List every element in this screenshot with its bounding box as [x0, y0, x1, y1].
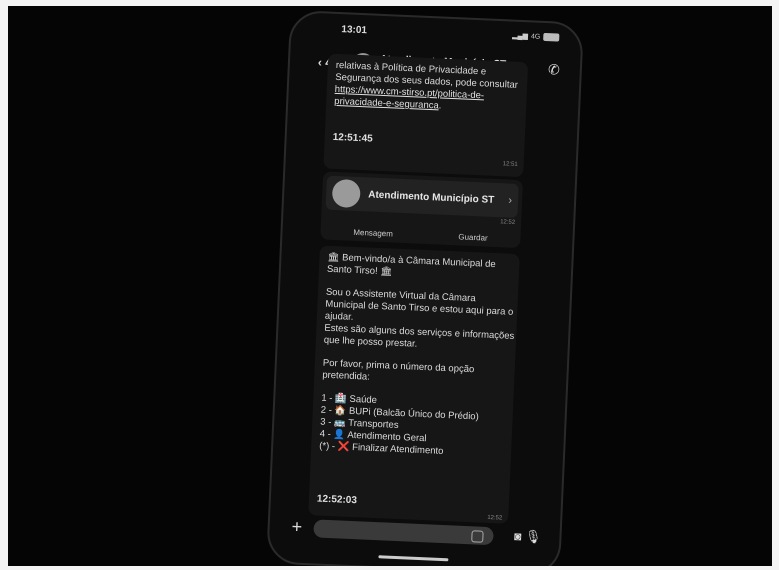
system-indicators: ▂▄▆ 4G [512, 32, 560, 42]
chevron-right-icon: › [508, 194, 513, 207]
contact-card[interactable]: Atendimento Município ST › [325, 175, 519, 218]
intro-paragraph: Sou o Assistente Virtual da Câmara Munic… [323, 286, 515, 350]
plus-icon[interactable]: + [291, 516, 302, 537]
add-call-icon[interactable]: ✆ [548, 61, 560, 78]
welcome-line: 🏛 Bem-vindo/a à Câmara Municipal de Sant… [326, 251, 496, 278]
contact-card-bubble[interactable]: Atendimento Município ST › 12:52 Mensage… [320, 171, 524, 249]
message-action-button[interactable]: Mensagem [353, 228, 393, 239]
link-suffix: . [438, 100, 442, 112]
save-action-button[interactable]: Guardar [458, 232, 488, 242]
camera-icon[interactable]: ◙ [514, 529, 522, 543]
microphone-icon[interactable]: 🎙 [525, 529, 542, 546]
card-avatar [331, 178, 361, 209]
sticker-icon[interactable] [471, 530, 484, 543]
photo-background: 13:01 ▂▄▆ 4G ‹ 4 Atendimento Município S… [8, 6, 772, 566]
home-indicator[interactable] [378, 555, 449, 562]
message-bubble-welcome[interactable]: 🏛 Bem-vindo/a à Câmara Municipal de Sant… [308, 245, 520, 524]
phone-screen: 13:01 ▂▄▆ 4G ‹ 4 Atendimento Município S… [266, 9, 584, 566]
message-input[interactable] [313, 519, 494, 546]
welcome-bold-time: 12:52:03 [316, 493, 358, 507]
card-timestamp: 12:52 [500, 219, 516, 226]
options-list: 1 - 🏥 Saúde 2 - 🏠 BUPi (Balcão Único do … [319, 393, 513, 461]
network-label: 4G [530, 32, 541, 41]
message-timestamp: 12:51 [502, 161, 518, 168]
card-contact-name: Atendimento Município ST [368, 188, 495, 206]
signal-icon: ▂▄▆ [512, 32, 529, 41]
prompt-line: Por favor, prima o número da opção prete… [322, 357, 475, 383]
message-bold-time: 12:51:45 [332, 131, 373, 145]
welcome-message-text: 🏛 Bem-vindo/a à Câmara Municipal de Sant… [318, 252, 519, 472]
privacy-message-text: relativas à Política de Privacidade e Se… [334, 60, 526, 116]
compose-bar: + ◙ 🎙 [269, 511, 560, 554]
message-bubble-privacy[interactable]: relativas à Política de Privacidade e Se… [323, 53, 529, 178]
battery-icon [543, 32, 560, 42]
status-time: 13:01 [341, 24, 368, 37]
chevron-left-icon: ‹ [317, 55, 323, 70]
card-actions: Mensagem Guardar [320, 226, 520, 244]
